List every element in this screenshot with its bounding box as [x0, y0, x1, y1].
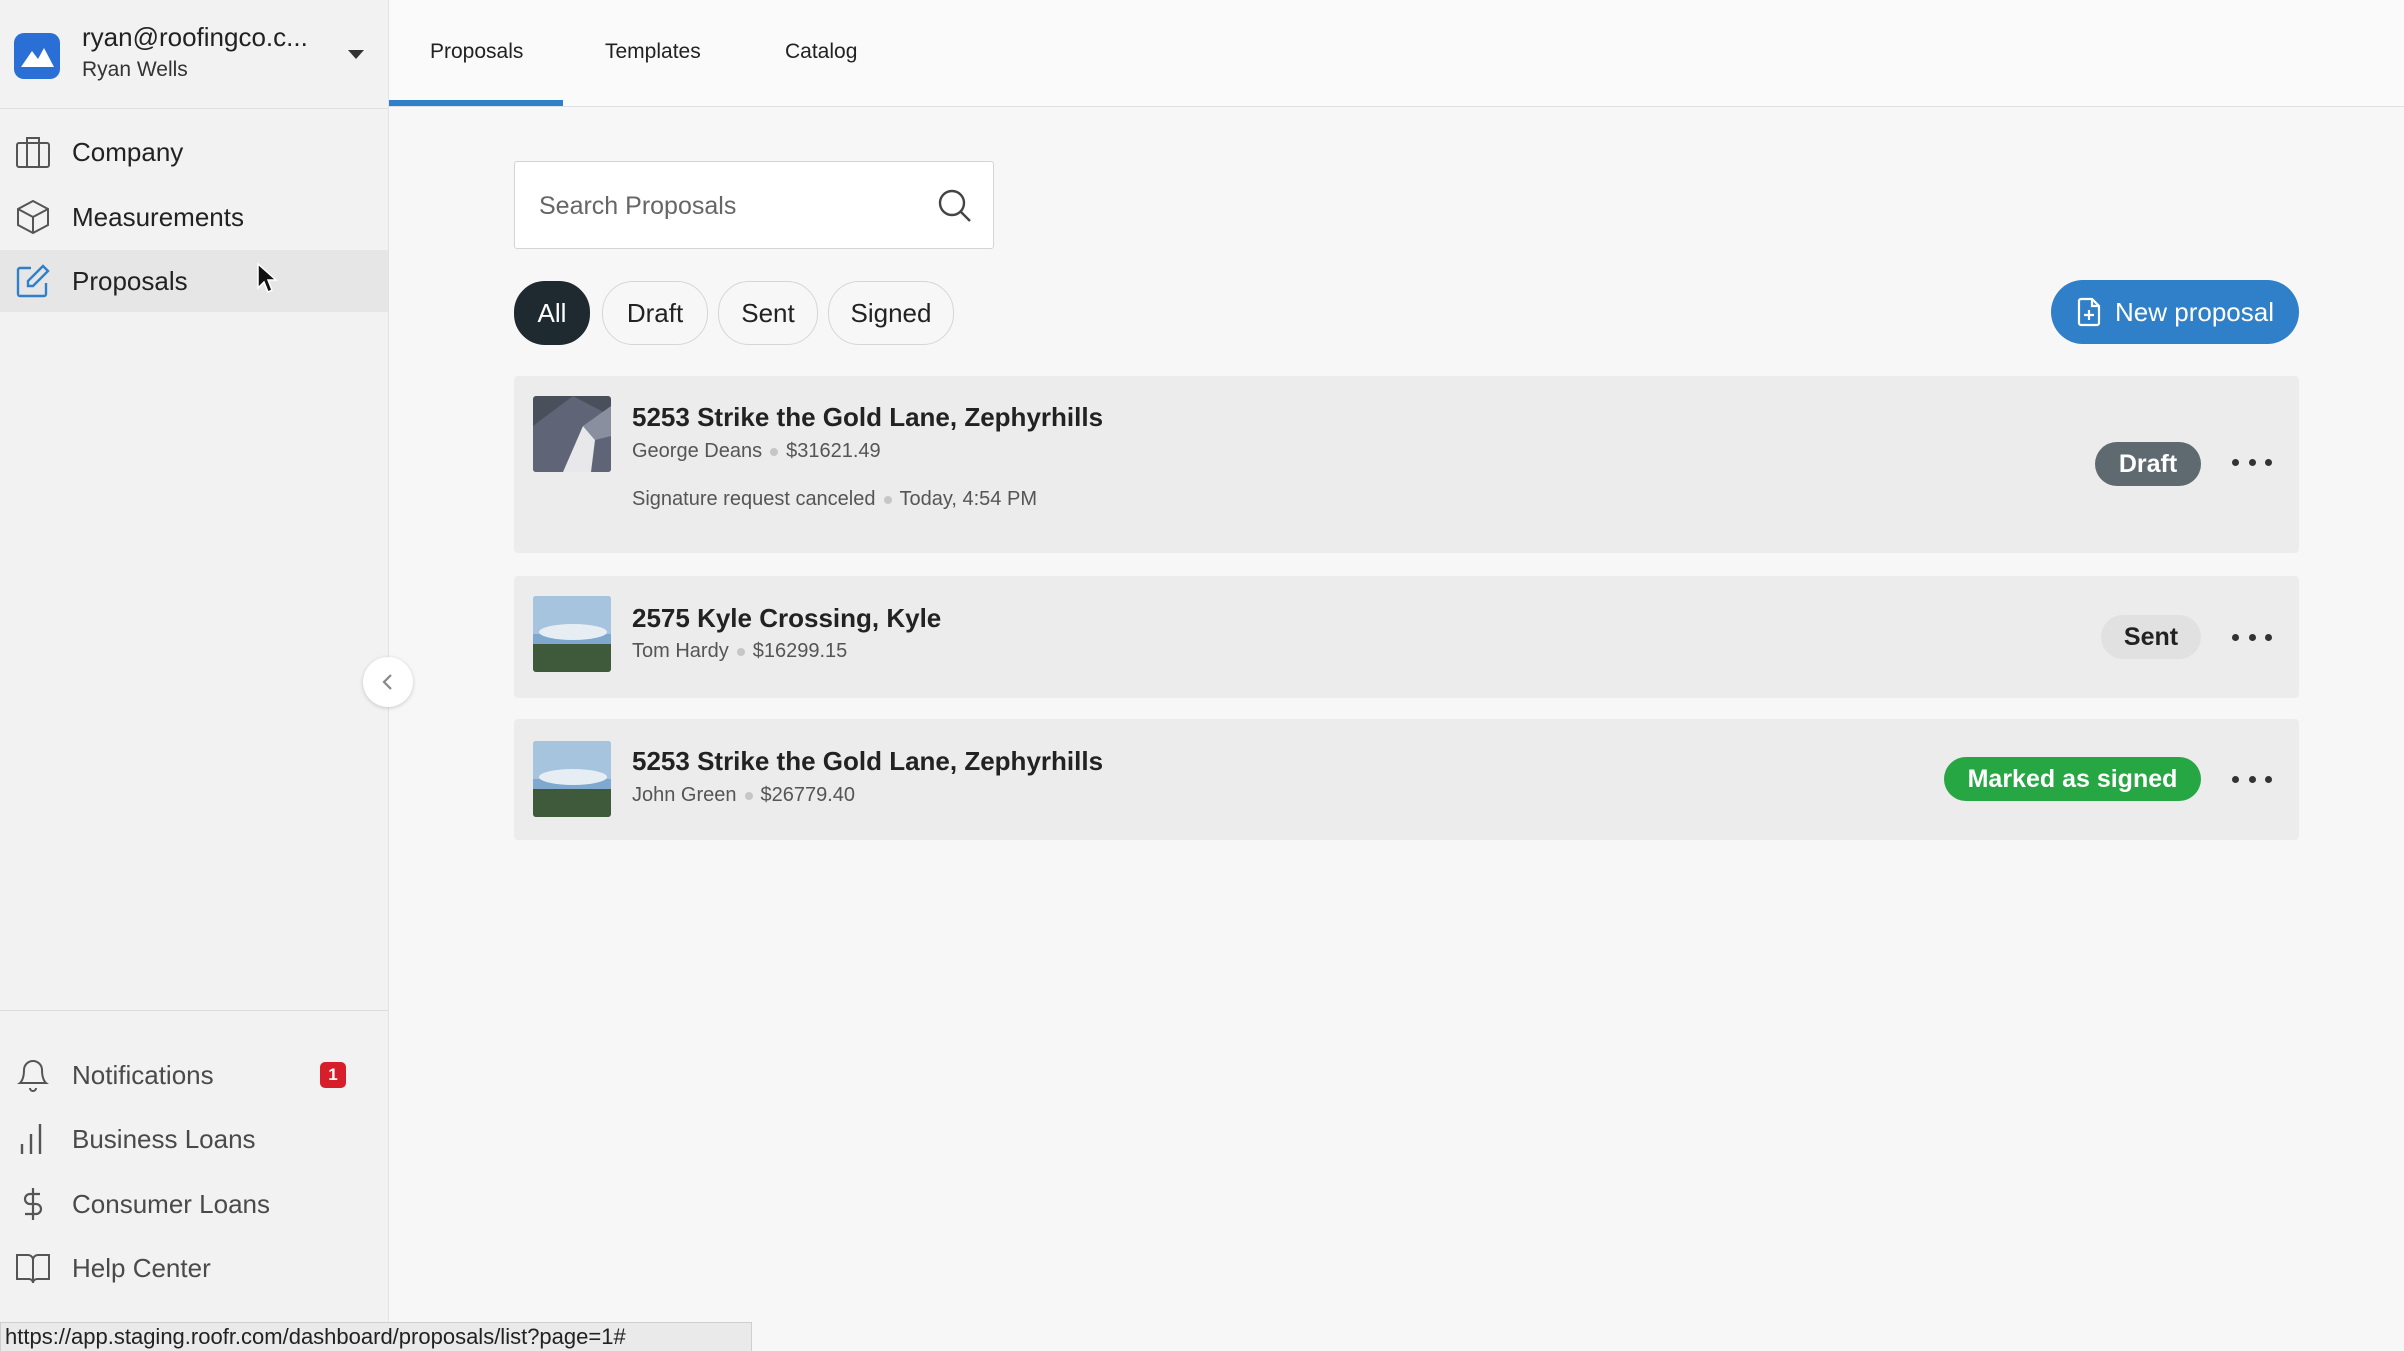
sidebar-item-label: Help Center [72, 1252, 211, 1283]
filter-signed[interactable]: Signed [828, 281, 954, 345]
proposal-address: 5253 Strike the Gold Lane, Zephyrhills [632, 402, 1104, 432]
more-options-icon[interactable] [2232, 452, 2272, 472]
building-icon [14, 133, 52, 171]
book-icon [14, 1249, 52, 1287]
mouse-cursor-icon [257, 262, 278, 294]
tab-catalog[interactable]: Catalog [785, 40, 857, 64]
tab-templates[interactable]: Templates [605, 40, 701, 64]
sidebar-item-label: Proposals [72, 265, 188, 296]
proposal-address: 5253 Strike the Gold Lane, Zephyrhills [632, 746, 1104, 776]
notification-count-badge: 1 [320, 1062, 346, 1088]
proposal-address: 2575 Kyle Crossing, Kyle [632, 603, 942, 633]
proposal-customer: John Green [632, 784, 737, 806]
file-plus-icon [2077, 297, 2101, 327]
status-badge: Marked as signed [1944, 757, 2201, 801]
proposal-activity: Signature request canceled Today, 4:54 PM [632, 488, 1037, 511]
account-switcher[interactable]: ryan@roofingco.c... Ryan Wells [0, 0, 388, 109]
separator-dot [770, 447, 779, 456]
new-proposal-button[interactable]: New proposal [2051, 280, 2299, 344]
proposal-meta: John Green $26779.40 [632, 784, 855, 807]
sidebar-item-label: Business Loans [72, 1123, 256, 1154]
account-email: ryan@roofingco.c... [82, 22, 308, 52]
sidebar-item-business-loans[interactable]: Business Loans [0, 1108, 388, 1170]
roof-thumbnail [533, 741, 611, 817]
sidebar-item-label: Notifications [72, 1059, 214, 1090]
activity-time: Today, 4:54 PM [899, 488, 1037, 510]
proposal-customer: George Deans [632, 440, 763, 462]
bell-icon [14, 1056, 52, 1094]
sidebar-item-consumer-loans[interactable]: Consumer Loans [0, 1173, 388, 1235]
sidebar-divider [0, 1010, 388, 1011]
proposal-meta: Tom Hardy $16299.15 [632, 640, 847, 663]
separator-dot [736, 647, 745, 656]
bar-chart-icon [14, 1120, 52, 1158]
new-proposal-label: New proposal [2115, 297, 2274, 327]
edit-icon [14, 262, 52, 300]
search-icon[interactable] [935, 186, 973, 224]
active-tab-indicator [389, 100, 563, 106]
proposal-card[interactable]: 2575 Kyle Crossing, Kyle Tom Hardy $16299… [514, 576, 2299, 698]
sidebar-item-measurements[interactable]: Measurements [0, 186, 388, 248]
status-badge: Draft [2095, 442, 2201, 486]
cube-icon [14, 198, 52, 236]
link-status-url: https://app.staging.roofr.com/dashboard/… [0, 1322, 752, 1351]
proposal-amount: $31621.49 [786, 440, 881, 462]
top-tab-bar: Proposals Templates Catalog [389, 0, 2404, 107]
filter-sent[interactable]: Sent [718, 281, 818, 345]
filter-all[interactable]: All [514, 281, 590, 345]
sidebar: ryan@roofingco.c... Ryan Wells Company M… [0, 0, 389, 1350]
separator-dot [883, 495, 892, 504]
proposal-card[interactable]: 5253 Strike the Gold Lane, Zephyrhills G… [514, 376, 2299, 553]
sidebar-item-label: Company [72, 136, 184, 167]
roof-thumbnail [533, 396, 611, 472]
sidebar-item-help-center[interactable]: Help Center [0, 1237, 388, 1299]
search-box [514, 161, 994, 250]
more-options-icon[interactable] [2232, 627, 2272, 647]
proposal-card[interactable]: 5253 Strike the Gold Lane, Zephyrhills J… [514, 719, 2299, 840]
proposal-meta: George Deans $31621.49 [632, 440, 881, 463]
chevron-left-icon [382, 674, 392, 690]
sidebar-item-company[interactable]: Company [0, 121, 388, 183]
sidebar-item-label: Consumer Loans [72, 1188, 270, 1219]
proposal-customer: Tom Hardy [632, 640, 729, 662]
roofr-logo-icon [14, 33, 60, 79]
activity-text: Signature request canceled [632, 488, 876, 510]
status-badge: Sent [2101, 615, 2201, 659]
caret-down-icon[interactable] [348, 50, 364, 59]
sidebar-collapse-button[interactable] [363, 657, 413, 707]
account-name: Ryan Wells [82, 58, 188, 81]
sidebar-item-label: Measurements [72, 201, 244, 232]
separator-dot [744, 791, 753, 800]
sidebar-item-proposals[interactable]: Proposals [0, 250, 388, 312]
more-options-icon[interactable] [2232, 769, 2272, 789]
proposal-amount: $26779.40 [760, 784, 856, 806]
filter-draft[interactable]: Draft [602, 281, 708, 345]
search-input[interactable] [537, 162, 921, 250]
tab-proposals[interactable]: Proposals [430, 40, 523, 64]
roof-thumbnail [533, 596, 611, 672]
proposal-amount: $16299.15 [752, 640, 848, 662]
dollar-icon [14, 1185, 52, 1223]
